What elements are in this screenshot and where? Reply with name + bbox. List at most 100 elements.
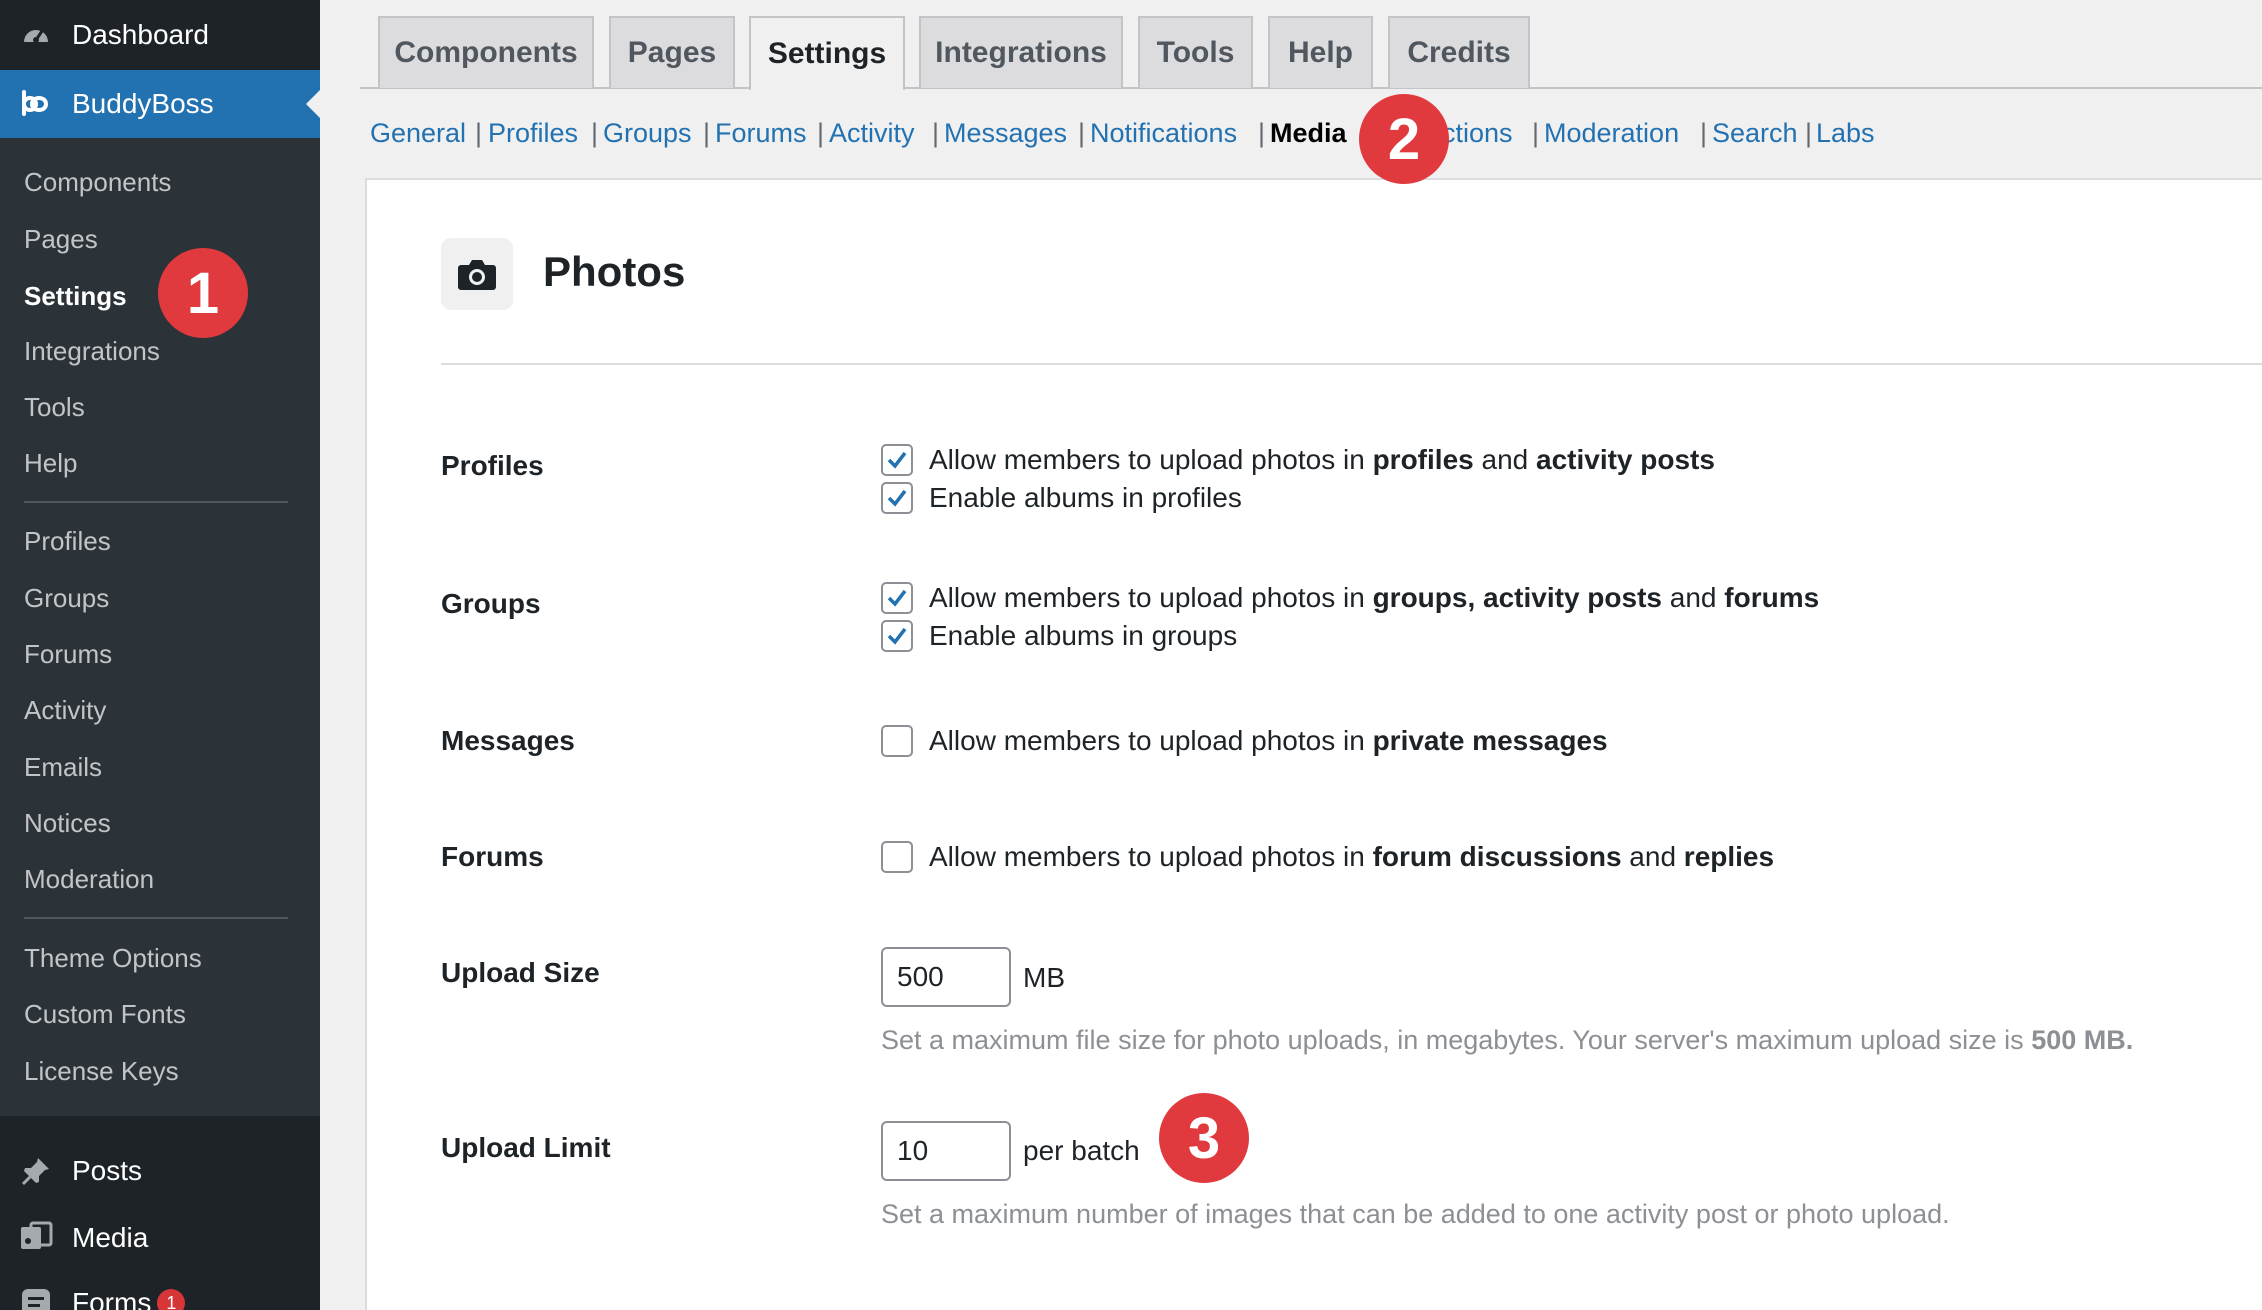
sidebar-item-theme-options[interactable]: Theme Options	[24, 938, 202, 978]
subnav-separator: |	[475, 118, 483, 148]
checkbox[interactable]	[881, 620, 913, 652]
subnav-connections[interactable]: ctions	[1442, 118, 1513, 149]
sidebar-item-help[interactable]: Help	[24, 443, 77, 483]
sidebar-item-profiles[interactable]: Profiles	[24, 521, 111, 561]
option-groups-upload[interactable]: Allow members to upload photos in groups…	[881, 582, 1819, 614]
panel-title: Photos	[543, 248, 686, 295]
subnav-labs[interactable]: Labs	[1816, 118, 1875, 149]
step-badge-3: 3	[1159, 1093, 1249, 1183]
subnav-general[interactable]: General	[370, 118, 466, 149]
sidebar-item-custom-fonts[interactable]: Custom Fonts	[24, 994, 186, 1034]
sidebar-item-activity[interactable]: Activity	[24, 690, 106, 730]
sidebar-item-label: Media	[72, 1222, 149, 1253]
sidebar-item-media[interactable]: Media	[0, 1205, 320, 1271]
upload-limit-help: Set a maximum number of images that can …	[881, 1199, 1950, 1229]
text-part: Allow members to upload photos in	[929, 444, 1373, 475]
subnav-groups[interactable]: Groups	[603, 118, 692, 149]
subnav-messages[interactable]: Messages	[944, 118, 1067, 149]
text-part: Allow members to upload photos in	[929, 582, 1373, 613]
sidebar-item-pages[interactable]: Pages	[24, 219, 98, 259]
text-bold: profiles	[1372, 444, 1474, 475]
text-bold: private messages	[1372, 725, 1608, 756]
subnav-separator: |	[1532, 118, 1540, 148]
text-bold: groups, activity posts	[1372, 582, 1662, 613]
row-label-groups: Groups	[441, 588, 541, 619]
checkbox[interactable]	[881, 582, 913, 614]
tab-credits[interactable]: Credits	[1388, 16, 1530, 88]
subnav-search[interactable]: Search	[1712, 118, 1798, 149]
subnav-separator: |	[703, 118, 711, 148]
pushpin-icon	[18, 1153, 54, 1189]
sidebar-divider	[24, 917, 288, 919]
forms-icon	[18, 1285, 54, 1310]
sidebar-item-tools[interactable]: Tools	[24, 387, 85, 427]
tab-help[interactable]: Help	[1268, 16, 1373, 88]
option-text: Allow members to upload photos in groups…	[929, 582, 1819, 614]
subnav-separator: |	[1078, 118, 1086, 148]
option-profiles-upload[interactable]: Allow members to upload photos in profil…	[881, 444, 1715, 476]
option-profiles-albums[interactable]: Enable albums in profiles	[881, 482, 1242, 514]
tab-settings[interactable]: Settings	[749, 16, 905, 90]
active-caret	[306, 90, 320, 118]
sidebar-item-dashboard[interactable]: Dashboard	[0, 0, 320, 70]
buddyboss-icon	[18, 86, 54, 122]
text-bold: activity posts	[1536, 444, 1715, 475]
upload-size-help: Set a maximum file size for photo upload…	[881, 1025, 2133, 1056]
option-text: Enable albums in profiles	[929, 482, 1242, 513]
row-label-upload-size: Upload Size	[441, 957, 600, 988]
checkbox[interactable]	[881, 444, 913, 476]
subnav-separator: |	[932, 118, 940, 148]
sidebar-item-buddyboss[interactable]: BuddyBoss	[0, 70, 320, 138]
option-groups-albums[interactable]: Enable albums in groups	[881, 620, 1237, 652]
sidebar-item-label: Dashboard	[72, 19, 209, 50]
subnav-forums[interactable]: Forums	[715, 118, 807, 149]
text-part: Allow members to upload photos in	[929, 725, 1373, 756]
checkbox[interactable]	[881, 725, 913, 757]
option-forums-upload[interactable]: Allow members to upload photos in forum …	[881, 841, 1774, 873]
upload-limit-input[interactable]: 10	[881, 1121, 1011, 1181]
subnav-moderation[interactable]: Moderation	[1544, 118, 1679, 149]
checkbox[interactable]	[881, 482, 913, 514]
option-text: Allow members to upload photos in profil…	[929, 444, 1715, 476]
sidebar-divider	[24, 501, 288, 503]
subnav-notifications[interactable]: Notifications	[1090, 118, 1237, 149]
row-label-forums: Forums	[441, 841, 544, 872]
sidebar-item-components[interactable]: Components	[24, 162, 171, 202]
help-bold: 500 MB.	[2031, 1025, 2134, 1055]
option-messages-upload[interactable]: Allow members to upload photos in privat…	[881, 725, 1608, 757]
text-bold: forum discussions	[1372, 841, 1622, 872]
subnav-separator: |	[1805, 118, 1813, 148]
checkbox[interactable]	[881, 841, 913, 873]
photos-settings-panel: Photos Profiles Allow members to upload …	[365, 178, 2262, 1310]
sidebar-item-notices[interactable]: Notices	[24, 803, 111, 843]
tab-integrations[interactable]: Integrations	[919, 16, 1123, 88]
sidebar-item-license-keys[interactable]: License Keys	[24, 1051, 179, 1091]
subnav-activity[interactable]: Activity	[829, 118, 915, 149]
sidebar-item-forms[interactable]: Forms 1	[0, 1270, 320, 1310]
sidebar-item-integrations[interactable]: Integrations	[24, 331, 160, 371]
tab-tools[interactable]: Tools	[1138, 16, 1253, 88]
sidebar-item-posts[interactable]: Posts	[0, 1138, 320, 1204]
text-part: and	[1661, 582, 1725, 613]
subnav-profiles[interactable]: Profiles	[488, 118, 578, 149]
sidebar-item-groups[interactable]: Groups	[24, 578, 109, 618]
text-part: Allow members to upload photos in	[929, 841, 1373, 872]
panel-divider	[441, 363, 2262, 365]
subnav-media[interactable]: Media	[1270, 118, 1347, 149]
sidebar-item-label: Posts	[72, 1155, 143, 1186]
sidebar-item-moderation[interactable]: Moderation	[24, 859, 154, 899]
help-text: Set a maximum file size for photo upload…	[881, 1025, 2032, 1055]
tab-components[interactable]: Components	[378, 16, 594, 88]
update-count-badge: 1	[157, 1289, 186, 1310]
upload-size-input[interactable]: 500	[881, 947, 1011, 1007]
sidebar-item-settings[interactable]: Settings	[24, 276, 127, 316]
sidebar-item-label: Forms	[72, 1287, 152, 1310]
subnav-separator: |	[817, 118, 825, 148]
step-badge-1: 1	[158, 248, 248, 338]
upload-size-unit: MB	[1023, 962, 1065, 993]
subnav-separator: |	[1700, 118, 1708, 148]
admin-sidebar: Dashboard BuddyBoss Components Pages Set…	[0, 0, 320, 1310]
sidebar-item-forums[interactable]: Forums	[24, 634, 112, 674]
tab-pages[interactable]: Pages	[609, 16, 735, 88]
sidebar-item-emails[interactable]: Emails	[24, 747, 102, 787]
